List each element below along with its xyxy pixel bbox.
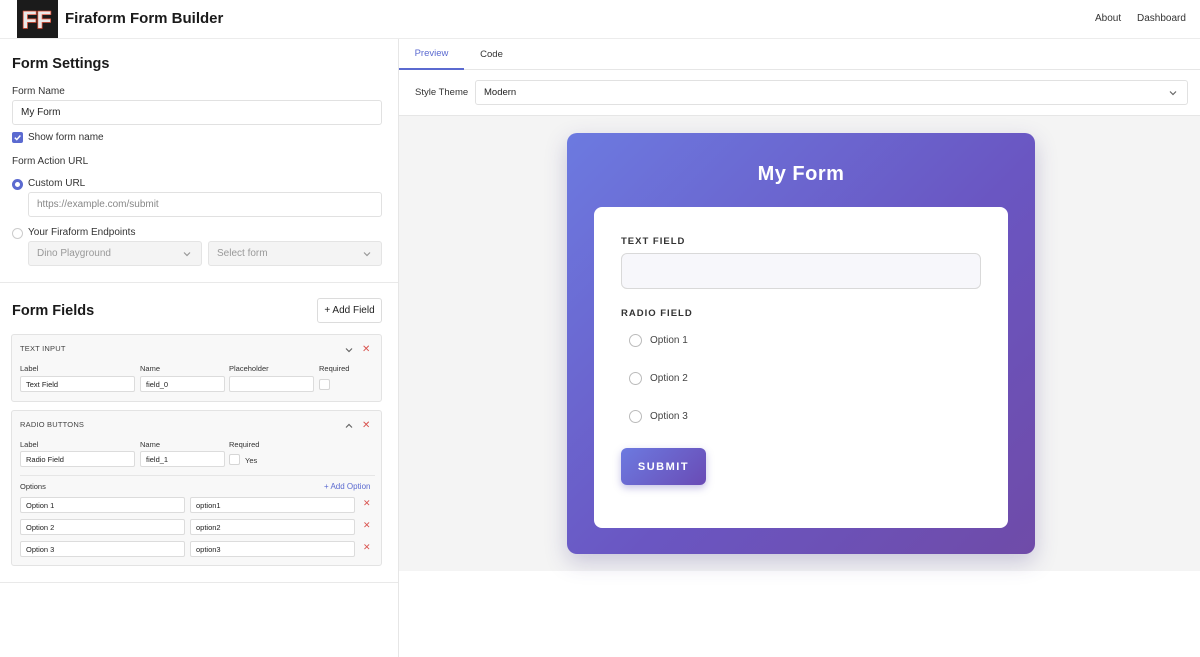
form-preview-title: My Form: [757, 163, 845, 185]
form-preview-body: TEXT FIELD RADIO FIELD Option 1 Option 2…: [594, 207, 1008, 528]
app-header: FF Firaform Form Builder About Dashboard: [0, 0, 1200, 39]
delete-option-icon[interactable]: ✕: [363, 499, 371, 508]
option-value-input[interactable]: option3: [190, 541, 355, 557]
section-divider: [0, 582, 398, 583]
form-settings-title: Form Settings: [12, 56, 110, 72]
check-icon: [14, 135, 21, 141]
tab-code[interactable]: Code: [464, 39, 519, 70]
name-header: Name: [140, 364, 161, 373]
field-label-input[interactable]: Radio Field: [20, 451, 135, 467]
option-label-input[interactable]: Option 1: [20, 497, 185, 513]
endpoint-form-value: Select form: [217, 248, 268, 259]
radio-option-3[interactable]: [629, 410, 642, 423]
radio-option-label: Option 2: [650, 373, 688, 384]
field-name-input[interactable]: field_1: [140, 451, 225, 467]
text-field-label: TEXT FIELD: [621, 236, 686, 247]
nav-about-link[interactable]: About: [1095, 13, 1121, 24]
form-fields-title: Form Fields: [12, 303, 95, 319]
radio-option-2[interactable]: [629, 372, 642, 385]
firaform-logo[interactable]: FF: [17, 0, 58, 38]
field-type-label: RADIO BUTTONS: [20, 420, 85, 429]
show-form-name-label: Show form name: [28, 132, 104, 143]
field-name-input[interactable]: field_0: [140, 376, 225, 392]
option-label-input[interactable]: Option 3: [20, 541, 185, 557]
option-label-input[interactable]: Option 2: [20, 519, 185, 535]
radio-option-1[interactable]: [629, 334, 642, 347]
placeholder-header: Placeholder: [229, 364, 269, 373]
options-divider: [20, 475, 375, 476]
required-checkbox[interactable]: [229, 454, 240, 465]
chevron-down-icon: [1169, 91, 1177, 96]
radio-field-label: RADIO FIELD: [621, 308, 693, 319]
endpoint-project-value: Dino Playground: [37, 248, 111, 259]
custom-url-label: Custom URL: [28, 178, 86, 189]
label-header: Label: [20, 440, 39, 449]
delete-option-icon[interactable]: ✕: [363, 521, 371, 530]
required-header: Required: [229, 440, 260, 449]
form-action-url-label: Form Action URL: [12, 156, 89, 167]
style-theme-label: Style Theme: [415, 87, 469, 98]
add-option-link[interactable]: + Add Option: [324, 482, 370, 491]
delete-option-icon[interactable]: ✕: [363, 543, 371, 552]
add-field-button[interactable]: + Add Field: [317, 298, 382, 323]
option-value-input[interactable]: option2: [190, 519, 355, 535]
required-header: Required: [319, 364, 350, 373]
chevron-down-icon: [183, 252, 191, 257]
firaform-endpoints-label: Your Firaform Endpoints: [28, 227, 136, 238]
tab-preview[interactable]: Preview: [399, 39, 464, 70]
text-input-field-card: TEXT INPUT ✕ Label Name Placeholder Requ…: [11, 334, 382, 402]
builder-panel: Form Settings Form Name My Form Show for…: [0, 39, 399, 657]
name-header: Name: [140, 440, 161, 449]
style-theme-select[interactable]: Modern: [475, 80, 1188, 105]
required-checkbox[interactable]: [319, 379, 330, 390]
endpoint-form-select[interactable]: Select form: [208, 241, 382, 266]
endpoint-project-select[interactable]: Dino Playground: [28, 241, 202, 266]
radio-option-label: Option 3: [650, 411, 688, 422]
delete-field-icon[interactable]: ✕: [362, 421, 370, 431]
radio-option-label: Option 1: [650, 335, 688, 346]
svg-text:FF: FF: [22, 7, 51, 32]
preview-toolbar: Style Theme Modern: [399, 70, 1200, 116]
app-title: Firaform Form Builder: [65, 10, 224, 27]
custom-url-radio[interactable]: [12, 179, 23, 190]
section-divider: [0, 282, 398, 283]
label-header: Label: [20, 364, 39, 373]
delete-field-icon[interactable]: ✕: [362, 345, 370, 355]
field-placeholder-input[interactable]: [229, 376, 314, 392]
form-name-label: Form Name: [12, 86, 65, 97]
radio-buttons-field-card: RADIO BUTTONS ✕ Label Name Required Radi…: [11, 410, 382, 566]
show-form-name-checkbox[interactable]: [12, 132, 23, 143]
chevron-up-icon[interactable]: [343, 420, 355, 432]
preview-canvas: My Form TEXT FIELD RADIO FIELD Option 1 …: [399, 116, 1200, 571]
style-theme-value: Modern: [484, 87, 517, 98]
field-label-input[interactable]: Text Field: [20, 376, 135, 392]
nav-dashboard-link[interactable]: Dashboard: [1137, 13, 1186, 24]
form-name-input[interactable]: My Form: [12, 100, 382, 125]
form-preview-card: My Form TEXT FIELD RADIO FIELD Option 1 …: [567, 133, 1035, 554]
required-yes-label: Yes: [245, 456, 258, 465]
field-type-label: TEXT INPUT: [20, 344, 66, 353]
options-label: Options: [20, 482, 46, 491]
option-value-input[interactable]: option1: [190, 497, 355, 513]
chevron-down-icon: [363, 252, 371, 257]
custom-url-input[interactable]: https://example.com/submit: [28, 192, 382, 217]
firaform-endpoints-radio[interactable]: [12, 228, 23, 239]
preview-panel: Preview Code Style Theme Modern My Form …: [399, 39, 1200, 657]
submit-button[interactable]: SUBMIT: [621, 448, 706, 485]
chevron-down-icon[interactable]: [343, 344, 355, 356]
text-field-input[interactable]: [621, 253, 981, 289]
view-tabs: Preview Code: [399, 39, 1200, 70]
